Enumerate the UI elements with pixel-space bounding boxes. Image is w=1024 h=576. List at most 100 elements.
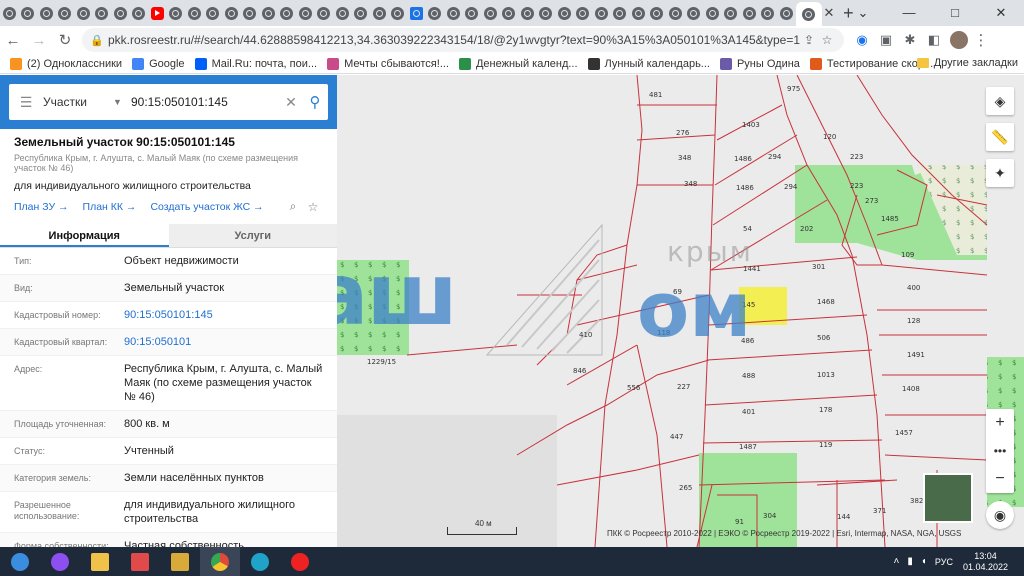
browser-tab[interactable] [204,2,223,24]
parcel-number[interactable]: 1468 [817,298,835,306]
parcel-number[interactable]: 348 [678,154,691,162]
puzzle-icon[interactable]: ✱ [898,32,922,48]
tab-info[interactable]: Информация [0,224,169,247]
browser-tab[interactable] [740,2,759,24]
browser-tab[interactable] [167,2,186,24]
browser-tab[interactable] [574,2,593,24]
parcel-number[interactable]: 1486 [736,184,754,192]
parcel-number[interactable]: 1229/15 [367,358,396,366]
other-bookmarks[interactable]: Другие закладки [916,57,1018,69]
browser-tab[interactable] [463,2,482,24]
parcel-number[interactable]: 1486 [734,155,752,163]
files-icon[interactable] [160,547,200,576]
minimap[interactable] [923,473,973,523]
parcel-number[interactable]: 488 [742,372,755,380]
browser-tab[interactable] [148,2,167,24]
search-document-icon[interactable]: ⌕ [283,199,303,214]
edge-icon[interactable] [240,547,280,576]
yandex-browser-icon[interactable] [280,547,320,576]
clock[interactable]: 13:04 01.04.2022 [963,551,1008,573]
browser-tab[interactable] [426,2,445,24]
bookmark-item[interactable]: Лунный календарь... [587,57,710,70]
browser-tab[interactable] [518,2,537,24]
browser-tab[interactable] [333,2,352,24]
browser-tab[interactable] [389,2,408,24]
compass-icon[interactable]: ◉ [986,501,1014,529]
lock-icon[interactable]: 🔒 [90,34,104,47]
parcel-number[interactable]: 265 [679,484,692,492]
browser-tab[interactable] [241,2,260,24]
parcel-number[interactable]: 447 [670,433,683,441]
parcel-number[interactable]: 1487 [739,443,757,451]
menu-icon[interactable]: ☰ [9,94,43,111]
forward-button[interactable]: → [26,32,52,49]
search-type-select[interactable]: Участки [43,95,113,109]
browser-tab[interactable] [259,2,278,24]
map-view[interactable]: $ $ [337,75,1024,547]
avatar[interactable] [950,31,968,49]
url-text[interactable]: pkk.rosreestr.ru/#/search/44.62888598412… [108,33,800,47]
chrome-icon[interactable] [200,547,240,576]
menu-icon[interactable]: ⋮ [968,31,994,49]
parcel-number[interactable]: 400 [907,284,920,292]
browser-tab[interactable] [666,2,685,24]
browser-tab[interactable] [629,2,648,24]
bookmark-item[interactable]: Руны Одина [719,57,800,70]
browser-tab[interactable] [0,2,19,24]
parcel-number[interactable]: 1491 [907,351,925,359]
parcel-number[interactable]: 410 [579,331,592,339]
browser-tab[interactable] [19,2,38,24]
browser-tab[interactable] [93,2,112,24]
start-button[interactable] [0,547,40,576]
extension-icon[interactable]: ▣ [874,32,898,48]
browser-tab[interactable] [111,2,130,24]
plan-kk-link[interactable]: План КК → [83,201,137,213]
browser-tab[interactable] [759,2,778,24]
parcel-number[interactable]: 227 [677,383,690,391]
network-icon[interactable]: ▮ [907,556,913,567]
star-icon[interactable]: ☆ [818,33,836,47]
explorer-icon[interactable] [80,547,120,576]
browser-tab[interactable] [222,2,241,24]
browser-tab[interactable] [74,2,93,24]
browser-tab[interactable] [703,2,722,24]
star-icon[interactable]: ☆ [303,200,323,214]
parcel-number[interactable]: 304 [763,512,777,520]
bookmark-item[interactable]: Денежный календ... [458,57,578,70]
browser-tab[interactable] [537,2,556,24]
alice-icon[interactable] [40,547,80,576]
attribute-value[interactable]: 90:15:050101:145 [124,302,323,328]
plan-zu-link[interactable]: План ЗУ → [14,201,69,213]
parcel-number[interactable]: 301 [812,263,825,271]
close-icon[interactable]: ✕ [824,5,835,21]
parcel-number[interactable]: 1457 [895,429,913,437]
browser-tab[interactable] [648,2,667,24]
browser-tab[interactable] [795,2,822,26]
parcel-number[interactable]: 119 [819,441,832,449]
parcel-number[interactable]: 481 [649,91,662,99]
browser-tab[interactable] [481,2,500,24]
browser-tab[interactable] [555,2,574,24]
sidebar-icon[interactable]: ◧ [922,32,946,48]
volume-icon[interactable]: ◖ [921,556,927,567]
chevron-down-icon[interactable]: ⌄ [840,0,886,26]
create-parcel-link[interactable]: Создать участок ЖС → [150,201,263,213]
parcel-number[interactable]: 506 [817,334,831,342]
media-icon[interactable] [120,547,160,576]
parcel-number[interactable]: 223 [850,182,863,190]
parcel-number[interactable]: 223 [850,153,863,161]
browser-tab[interactable] [407,2,426,24]
parcel-number[interactable]: 202 [800,225,813,233]
browser-tab[interactable] [370,2,389,24]
chevron-up-icon[interactable]: ˄ [894,556,900,567]
search-input[interactable]: 90:15:050101:145 [127,95,280,109]
parcel-number[interactable]: 128 [907,317,920,325]
ruler-icon[interactable]: 📏 [986,123,1014,151]
browser-tab[interactable] [352,2,371,24]
parcel-number[interactable]: 178 [819,406,832,414]
layers-icon[interactable]: ◈ [986,87,1014,115]
parcel-number[interactable]: 975 [787,85,800,93]
close-window-button[interactable]: ✕ [978,0,1024,26]
browser-tab[interactable] [56,2,75,24]
parcel-number[interactable]: 348 [684,180,697,188]
